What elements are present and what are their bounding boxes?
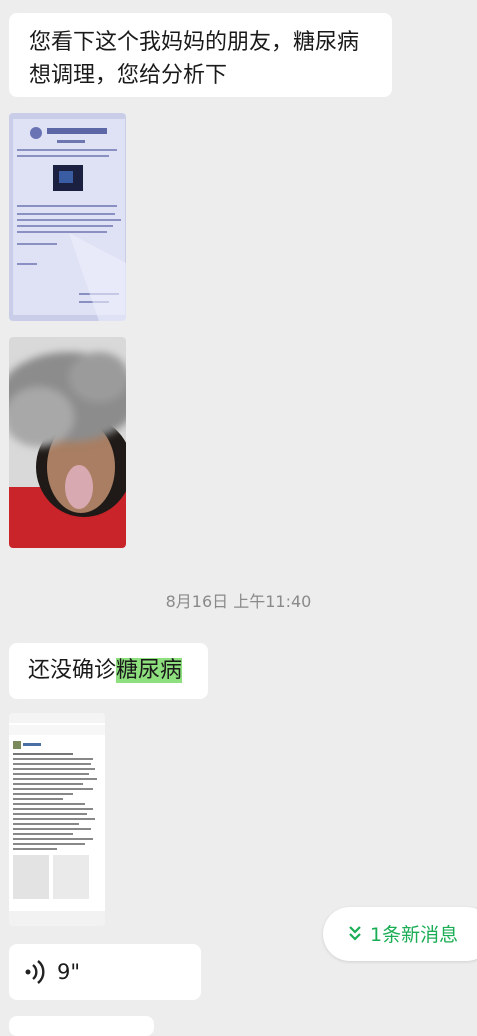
message-text-plain: 还没确诊 <box>28 658 117 683</box>
screenshot-image[interactable] <box>9 713 105 926</box>
voice-wave-icon <box>25 960 45 984</box>
message-text-line: 您看下这个我妈妈的朋友，糖尿病 <box>29 30 360 55</box>
message-text-line: 想调理，您给分析下 <box>29 63 228 88</box>
tongue-photo-image[interactable] <box>9 337 126 548</box>
tongue-photo <box>9 337 126 548</box>
chevron-double-down-icon <box>349 926 361 941</box>
message-bubble-partial[interactable] <box>9 1016 154 1036</box>
new-messages-button[interactable]: 1条新消息 <box>323 907 477 961</box>
message-bubble-text[interactable]: 还没确诊糖尿病 <box>9 643 208 699</box>
message-text-highlight: 糖尿病 <box>116 658 183 683</box>
message-text: 您看下这个我妈妈的朋友，糖尿病 想调理，您给分析下 <box>29 26 389 92</box>
new-messages-label: 1条新消息 <box>370 924 459 946</box>
app-screenshot-thumbnail <box>9 713 105 926</box>
medical-report-photo <box>9 113 126 321</box>
voice-message-bubble[interactable]: 9" <box>9 944 201 1000</box>
voice-duration: 9" <box>57 960 81 984</box>
message-bubble-text[interactable]: 您看下这个我妈妈的朋友，糖尿病 想调理，您给分析下 <box>9 13 392 97</box>
medical-report-image[interactable] <box>9 113 126 321</box>
message-text: 还没确诊糖尿病 <box>28 654 183 687</box>
message-timestamp: 8月16日 上午11:40 <box>165 592 312 611</box>
